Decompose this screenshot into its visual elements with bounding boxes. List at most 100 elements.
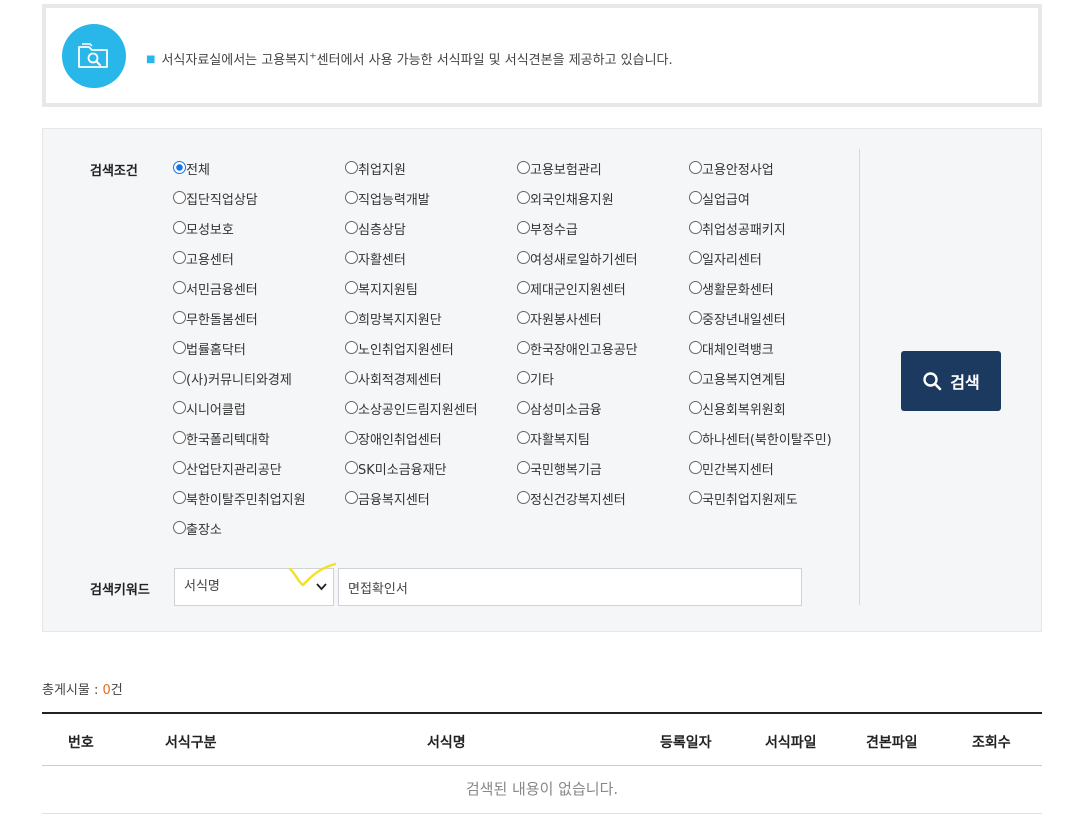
radio-button[interactable] — [345, 191, 358, 204]
radio-button[interactable] — [173, 341, 186, 354]
search-condition-option[interactable]: 북한이탈주민취업지원 — [173, 489, 345, 519]
radio-button[interactable] — [173, 371, 186, 384]
search-condition-option[interactable]: 법률홈닥터 — [173, 339, 345, 369]
radio-button[interactable] — [689, 341, 702, 354]
search-condition-option[interactable]: 외국인채용지원 — [517, 189, 689, 219]
radio-button[interactable] — [517, 221, 530, 234]
search-condition-option[interactable]: 복지지원팀 — [345, 279, 517, 309]
search-condition-option[interactable]: 사회적경제센터 — [345, 369, 517, 399]
search-condition-option[interactable]: 취업성공패키지 — [689, 219, 863, 249]
search-condition-option[interactable]: 취업지원 — [345, 159, 517, 189]
search-condition-option[interactable]: 민간복지센터 — [689, 459, 863, 489]
radio-button[interactable] — [345, 251, 358, 264]
search-condition-option[interactable]: 직업능력개발 — [345, 189, 517, 219]
radio-button[interactable] — [517, 191, 530, 204]
radio-button[interactable] — [345, 461, 358, 474]
search-condition-option[interactable]: 집단직업상담 — [173, 189, 345, 219]
search-condition-option[interactable]: 여성새로일하기센터 — [517, 249, 689, 279]
radio-button[interactable] — [517, 251, 530, 264]
search-condition-option[interactable]: 하나센터(북한이탈주민) — [689, 429, 863, 459]
search-condition-option[interactable]: 무한돌봄센터 — [173, 309, 345, 339]
radio-button[interactable] — [689, 221, 702, 234]
search-condition-option[interactable]: 삼성미소금융 — [517, 399, 689, 429]
search-condition-option[interactable]: 정신건강복지센터 — [517, 489, 689, 519]
radio-button[interactable] — [173, 281, 186, 294]
radio-button[interactable] — [689, 431, 702, 444]
radio-button[interactable] — [173, 401, 186, 414]
search-condition-option[interactable]: 중장년내일센터 — [689, 309, 863, 339]
search-condition-option[interactable]: 기타 — [517, 369, 689, 399]
radio-button[interactable] — [345, 371, 358, 384]
search-condition-option[interactable]: 산업단지관리공단 — [173, 459, 345, 489]
radio-button[interactable] — [689, 251, 702, 264]
radio-button[interactable] — [345, 281, 358, 294]
search-condition-option[interactable]: 생활문화센터 — [689, 279, 863, 309]
search-condition-option[interactable]: 제대군인지원센터 — [517, 279, 689, 309]
search-condition-option[interactable]: 신용회복위원회 — [689, 399, 863, 429]
radio-button[interactable] — [345, 311, 358, 324]
search-condition-option[interactable]: 자원봉사센터 — [517, 309, 689, 339]
radio-button[interactable] — [517, 281, 530, 294]
radio-button[interactable] — [689, 491, 702, 504]
search-condition-option[interactable]: 고용보험관리 — [517, 159, 689, 189]
search-condition-option[interactable]: 한국폴리텍대학 — [173, 429, 345, 459]
radio-button[interactable] — [689, 281, 702, 294]
search-button[interactable]: 검색 — [901, 351, 1001, 411]
radio-button[interactable] — [517, 461, 530, 474]
radio-button[interactable] — [345, 221, 358, 234]
radio-button[interactable] — [173, 431, 186, 444]
radio-button[interactable] — [517, 161, 530, 174]
radio-button[interactable] — [517, 491, 530, 504]
radio-button[interactable] — [689, 311, 702, 324]
keyword-input[interactable] — [338, 568, 802, 606]
search-condition-option[interactable]: 서민금융센터 — [173, 279, 345, 309]
search-condition-option[interactable]: 희망복지지원단 — [345, 309, 517, 339]
radio-button[interactable] — [517, 311, 530, 324]
search-condition-option[interactable]: SK미소금융재단 — [345, 459, 517, 489]
radio-button[interactable] — [345, 341, 358, 354]
search-condition-option[interactable]: 시니어클럽 — [173, 399, 345, 429]
radio-button[interactable] — [173, 221, 186, 234]
radio-button[interactable] — [173, 521, 186, 534]
search-condition-option[interactable]: 고용복지연계팀 — [689, 369, 863, 399]
search-condition-option[interactable]: 국민행복기금 — [517, 459, 689, 489]
radio-button[interactable] — [173, 191, 186, 204]
radio-button[interactable] — [345, 431, 358, 444]
search-condition-option[interactable]: 자활센터 — [345, 249, 517, 279]
radio-button[interactable] — [517, 401, 530, 414]
search-condition-option[interactable]: 부정수급 — [517, 219, 689, 249]
search-condition-option[interactable]: 출장소 — [173, 519, 345, 549]
search-condition-option[interactable]: 노인취업지원센터 — [345, 339, 517, 369]
search-condition-option[interactable]: 고용센터 — [173, 249, 345, 279]
radio-button[interactable] — [345, 401, 358, 414]
search-condition-option[interactable]: 소상공인드림지원센터 — [345, 399, 517, 429]
radio-button[interactable] — [173, 311, 186, 324]
search-condition-option[interactable]: 금융복지센터 — [345, 489, 517, 519]
search-condition-option[interactable]: 일자리센터 — [689, 249, 863, 279]
radio-button[interactable] — [173, 491, 186, 504]
search-condition-option[interactable]: 모성보호 — [173, 219, 345, 249]
search-condition-option[interactable]: 국민취업지원제도 — [689, 489, 863, 519]
radio-button[interactable] — [345, 491, 358, 504]
radio-button[interactable] — [689, 371, 702, 384]
search-condition-option[interactable]: 심층상담 — [345, 219, 517, 249]
radio-button[interactable] — [173, 251, 186, 264]
search-condition-option[interactable]: 한국장애인고용공단 — [517, 339, 689, 369]
radio-button[interactable] — [345, 161, 358, 174]
search-condition-option[interactable]: 장애인취업센터 — [345, 429, 517, 459]
radio-button[interactable] — [517, 371, 530, 384]
radio-button[interactable] — [689, 161, 702, 174]
search-condition-option[interactable]: 전체 — [173, 159, 345, 189]
radio-button[interactable] — [517, 431, 530, 444]
search-condition-option[interactable]: (사)커뮤니티와경제 — [173, 369, 345, 399]
radio-button[interactable] — [173, 161, 186, 174]
search-condition-option[interactable]: 대체인력뱅크 — [689, 339, 863, 369]
search-condition-option[interactable]: 자활복지팀 — [517, 429, 689, 459]
radio-button[interactable] — [689, 191, 702, 204]
radio-button[interactable] — [173, 461, 186, 474]
radio-button[interactable] — [689, 401, 702, 414]
search-condition-option[interactable]: 실업급여 — [689, 189, 863, 219]
search-condition-option[interactable]: 고용안정사업 — [689, 159, 863, 189]
radio-button[interactable] — [517, 341, 530, 354]
radio-button[interactable] — [689, 461, 702, 474]
